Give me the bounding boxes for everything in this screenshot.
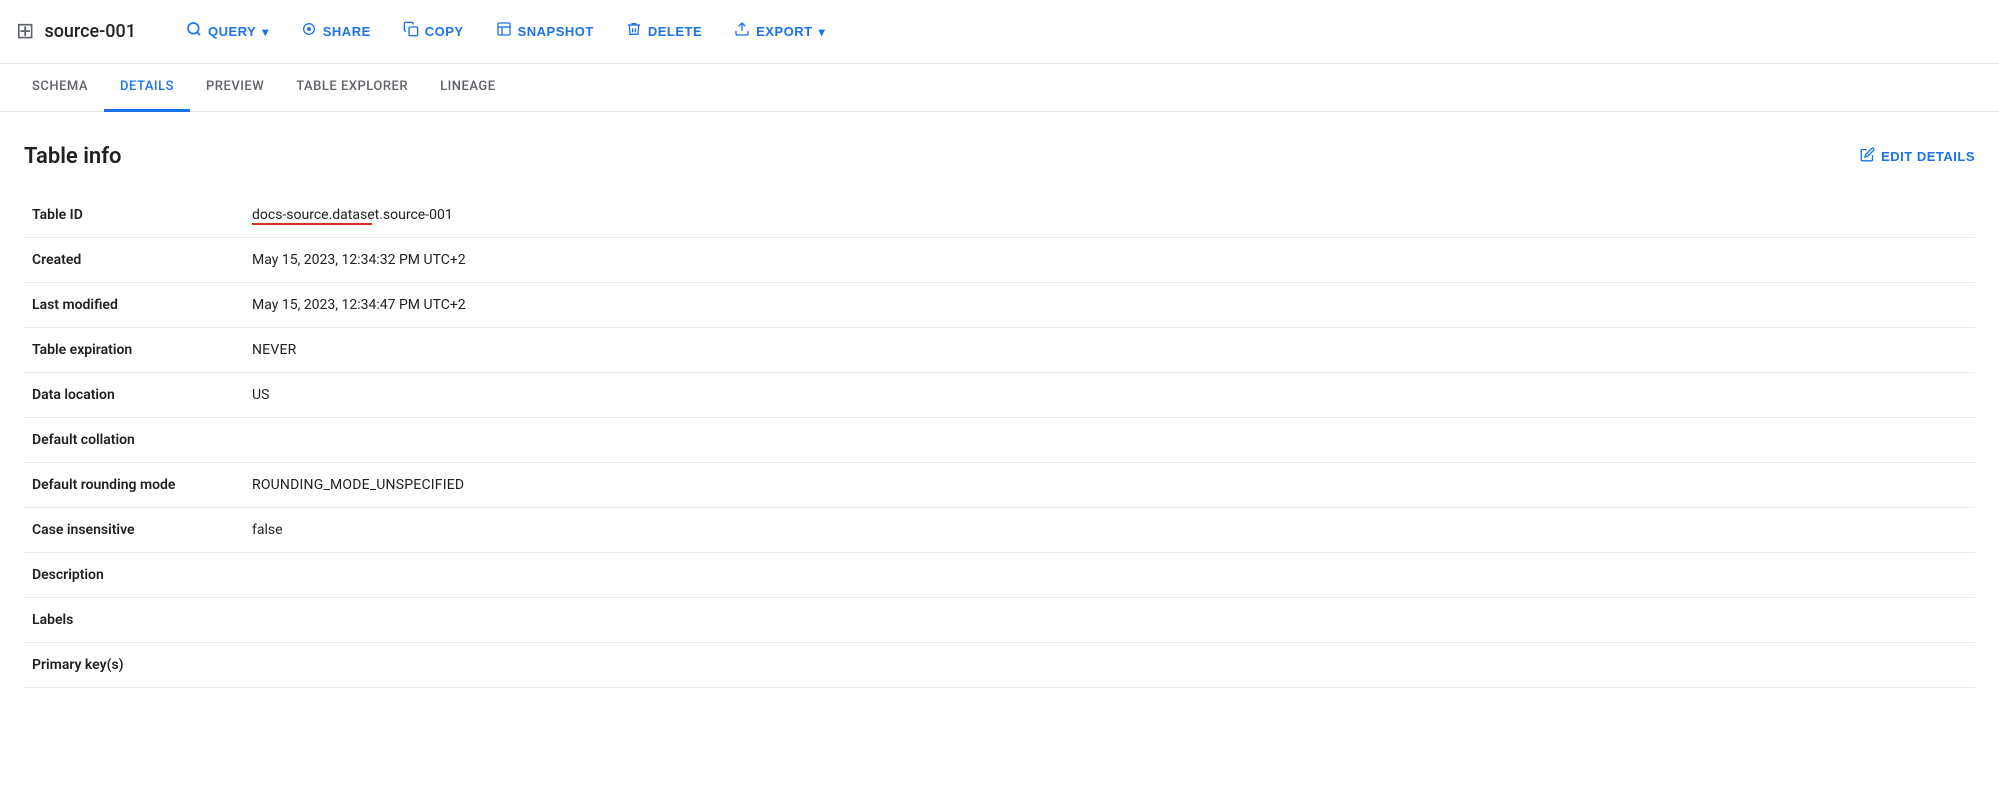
table-row: Case insensitive false (24, 508, 1975, 553)
field-value-case-insensitive: false (244, 508, 1975, 553)
toolbar-title-area: ⊞ source-001 (16, 19, 136, 44)
field-value-primary-keys (244, 643, 1975, 688)
table-row: Created May 15, 2023, 12:34:32 PM UTC+2 (24, 238, 1975, 283)
tabs-bar: SCHEMA DETAILS PREVIEW TABLE EXPLORER LI… (0, 64, 1999, 112)
main-content: Table info EDIT DETAILS Table ID docs-so… (0, 112, 1999, 720)
section-title: Table info (24, 144, 122, 169)
tab-preview[interactable]: PREVIEW (190, 64, 280, 112)
table-info-table: Table ID docs-source.dataset.source-001 … (24, 193, 1975, 688)
table-row: Table expiration NEVER (24, 328, 1975, 373)
field-label-default-collation: Default collation (24, 418, 244, 463)
delete-icon (626, 21, 642, 42)
field-value-data-location: US (244, 373, 1975, 418)
field-label-table-id: Table ID (24, 193, 244, 238)
table-row: Labels (24, 598, 1975, 643)
export-icon (734, 21, 750, 42)
delete-button[interactable]: DELETE (612, 13, 716, 50)
table-id-value: docs-source.dataset.source-001 (252, 207, 453, 223)
field-value-description (244, 553, 1975, 598)
tab-lineage[interactable]: LINEAGE (424, 64, 512, 112)
snapshot-icon (496, 21, 512, 42)
table-row: Primary key(s) (24, 643, 1975, 688)
query-icon (186, 21, 202, 42)
toolbar-title: source-001 (44, 21, 136, 42)
table-row: Default collation (24, 418, 1975, 463)
section-header: Table info EDIT DETAILS (24, 144, 1975, 169)
field-value-default-rounding-mode: ROUNDING_MODE_UNSPECIFIED (244, 463, 1975, 508)
field-label-default-rounding-mode: Default rounding mode (24, 463, 244, 508)
field-label-labels: Labels (24, 598, 244, 643)
tab-details[interactable]: DETAILS (104, 64, 190, 112)
tab-schema[interactable]: SCHEMA (16, 64, 104, 112)
table-row: Last modified May 15, 2023, 12:34:47 PM … (24, 283, 1975, 328)
field-value-table-expiration: NEVER (244, 328, 1975, 373)
toolbar: ⊞ source-001 QUERY ▾ SHARE COPY (0, 0, 1999, 64)
query-chevron-icon: ▾ (262, 25, 269, 39)
table-grid-icon: ⊞ (16, 19, 34, 44)
share-icon (301, 21, 317, 42)
table-row: Description (24, 553, 1975, 598)
field-label-primary-keys: Primary key(s) (24, 643, 244, 688)
share-button[interactable]: SHARE (287, 13, 385, 50)
field-label-case-insensitive: Case insensitive (24, 508, 244, 553)
field-value-last-modified: May 15, 2023, 12:34:47 PM UTC+2 (244, 283, 1975, 328)
field-value-labels (244, 598, 1975, 643)
export-chevron-icon: ▾ (819, 25, 826, 39)
field-value-default-collation (244, 418, 1975, 463)
field-label-table-expiration: Table expiration (24, 328, 244, 373)
edit-pencil-icon (1860, 147, 1875, 166)
edit-details-button[interactable]: EDIT DETAILS (1860, 147, 1975, 166)
tab-table-explorer[interactable]: TABLE EXPLORER (280, 64, 424, 112)
copy-button[interactable]: COPY (389, 13, 478, 50)
field-label-data-location: Data location (24, 373, 244, 418)
export-button[interactable]: EXPORT ▾ (720, 13, 839, 50)
field-value-table-id: docs-source.dataset.source-001 (244, 193, 1975, 238)
field-label-last-modified: Last modified (24, 283, 244, 328)
field-value-created: May 15, 2023, 12:34:32 PM UTC+2 (244, 238, 1975, 283)
table-row: Data location US (24, 373, 1975, 418)
snapshot-button[interactable]: SNAPSHOT (482, 13, 608, 50)
field-label-description: Description (24, 553, 244, 598)
table-row: Table ID docs-source.dataset.source-001 (24, 193, 1975, 238)
query-button[interactable]: QUERY ▾ (172, 13, 283, 50)
table-row: Default rounding mode ROUNDING_MODE_UNSP… (24, 463, 1975, 508)
copy-icon (403, 21, 419, 42)
field-label-created: Created (24, 238, 244, 283)
